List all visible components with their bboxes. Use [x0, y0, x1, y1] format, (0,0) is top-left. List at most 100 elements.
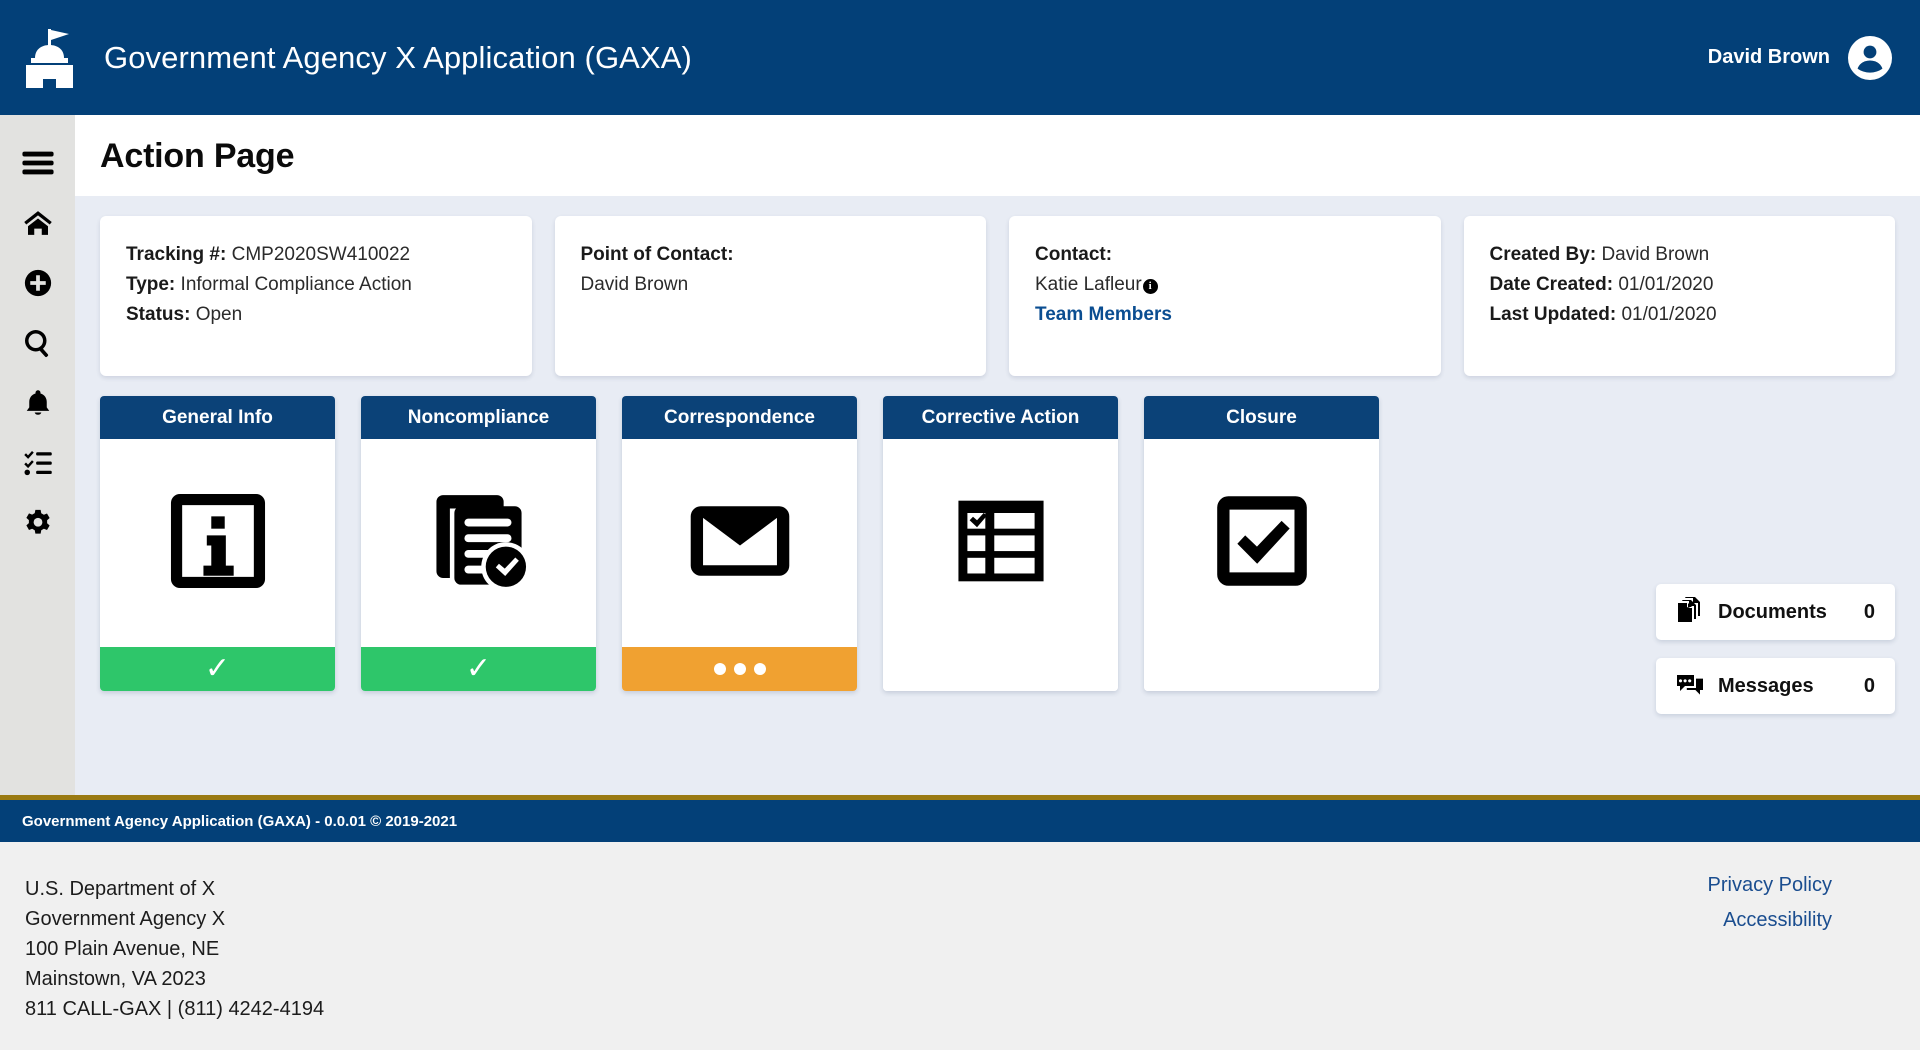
user-avatar-icon[interactable] — [1848, 35, 1892, 80]
process-card-closure[interactable]: Closure — [1144, 396, 1379, 691]
check-icon: ✓ — [204, 652, 231, 685]
date-created-value: 01/01/2020 — [1618, 274, 1714, 295]
point-of-contact-label: Point of Contact: — [580, 244, 734, 265]
capitol-building-icon — [22, 25, 90, 91]
process-card-correspondence[interactable]: Correspondence — [622, 396, 857, 691]
sidebar-item-settings[interactable] — [0, 495, 75, 555]
left-sidebar — [0, 115, 75, 795]
gear-icon — [23, 508, 53, 543]
user-menu[interactable]: David Brown — [1707, 35, 1920, 80]
page-title: Action Page — [100, 137, 295, 175]
privacy-policy-link[interactable]: Privacy Policy — [1708, 874, 1832, 897]
process-card-title: Corrective Action — [883, 396, 1118, 439]
point-of-contact-value: David Brown — [580, 274, 689, 295]
address-line: Mainstown, VA 2023 — [25, 968, 206, 990]
envelope-icon — [684, 485, 796, 602]
contact-value-row: Katie Lafleur i — [1035, 270, 1415, 300]
messages-widget[interactable]: Messages 0 — [1656, 658, 1895, 714]
side-widgets: Documents 0 Messages 0 — [1656, 584, 1895, 714]
site-footer: U.S. Department of X Government Agency X… — [0, 842, 1920, 1050]
created-by-row: Created By: David Brown — [1490, 240, 1870, 270]
footer-links: Privacy Policy Accessibility — [1708, 874, 1832, 1050]
status-row: Status: Open — [126, 300, 506, 330]
address-line: 811 CALL-GAX | (811) 4242-4194 — [25, 998, 325, 1020]
contact-value: Katie Lafleur — [1035, 274, 1142, 295]
check-icon: ✓ — [465, 652, 492, 685]
hamburger-menu-icon — [21, 146, 55, 185]
sidebar-item-notifications[interactable] — [0, 375, 75, 435]
app-title: Government Agency X Application (GAXA) — [104, 39, 692, 75]
summary-cards-row: Tracking #: CMP2020SW410022 Type: Inform… — [100, 216, 1895, 376]
date-created-label: Date Created: — [1489, 274, 1614, 295]
process-card-noncompliance[interactable]: Noncompliance ✓ — [361, 396, 596, 691]
process-card-general-info[interactable]: General Info ✓ — [100, 396, 335, 691]
documents-count: 0 — [1863, 600, 1875, 623]
checklist-icon — [23, 448, 53, 483]
main-content: Tracking #: CMP2020SW410022 Type: Inform… — [75, 196, 1920, 795]
process-card-body — [361, 439, 596, 647]
info-square-icon — [162, 485, 274, 602]
page-header-band: Action Page — [75, 117, 1920, 196]
in-progress-dots-icon — [713, 663, 766, 675]
process-card-status — [622, 647, 857, 691]
tracking-number-row: Tracking #: CMP2020SW410022 — [126, 240, 506, 270]
agency-address: U.S. Department of X Government Agency X… — [25, 874, 324, 1050]
contact-label: Contact: — [1035, 244, 1113, 265]
checkbox-checked-icon — [1206, 485, 1318, 602]
process-card-body — [883, 439, 1118, 647]
contact-label-row: Contact: — [1035, 240, 1415, 270]
tracking-number-label: Tracking #: — [126, 244, 227, 265]
process-card-title: Correspondence — [622, 396, 857, 439]
home-icon — [23, 208, 53, 243]
process-card-status — [883, 647, 1118, 691]
type-value: Informal Compliance Action — [180, 274, 412, 295]
process-cards-row: General Info ✓ Noncompliance ✓ Correspon… — [100, 396, 1895, 691]
documents-check-icon — [423, 485, 535, 602]
plus-circle-icon — [23, 268, 53, 303]
sidebar-item-home[interactable] — [0, 195, 75, 255]
process-card-title: Noncompliance — [361, 396, 596, 439]
chat-bubbles-icon — [1676, 670, 1704, 703]
process-card-title: Closure — [1144, 396, 1379, 439]
poc-label-row: Point of Contact: — [581, 240, 961, 270]
point-of-contact-card: Point of Contact: David Brown — [554, 216, 986, 376]
type-row: Type: Informal Compliance Action — [126, 270, 506, 300]
sidebar-item-menu[interactable] — [0, 135, 75, 195]
application-root: Government Agency X Application (GAXA) D… — [0, 0, 1920, 1050]
last-updated-value: 01/01/2020 — [1621, 304, 1717, 325]
search-icon — [23, 328, 53, 363]
documents-stack-icon — [1676, 596, 1704, 629]
type-label: Type: — [126, 274, 176, 295]
last-updated-label: Last Updated: — [1489, 304, 1617, 325]
process-card-body — [1144, 439, 1379, 647]
bell-icon — [23, 388, 53, 423]
created-by-value: David Brown — [1601, 244, 1710, 265]
contact-card: Contact: Katie Lafleur i Team Members — [1009, 216, 1441, 376]
process-card-status — [1144, 647, 1379, 691]
info-circle-icon[interactable]: i — [1142, 279, 1158, 294]
address-line: U.S. Department of X — [25, 878, 216, 900]
process-card-status: ✓ — [361, 647, 596, 691]
tracking-number-value: CMP2020SW410022 — [231, 244, 411, 265]
process-card-body — [100, 439, 335, 647]
process-card-title: General Info — [100, 396, 335, 439]
process-card-corrective-action[interactable]: Corrective Action — [883, 396, 1118, 691]
user-name: David Brown — [1707, 46, 1830, 68]
tracking-card: Tracking #: CMP2020SW410022 Type: Inform… — [100, 216, 532, 376]
version-text: Government Agency Application (GAXA) - 0… — [22, 812, 458, 830]
address-line: 100 Plain Avenue, NE — [25, 938, 220, 960]
poc-value-row: David Brown — [581, 270, 961, 300]
process-card-body — [622, 439, 857, 647]
created-by-label: Created By: — [1489, 244, 1597, 265]
date-created-row: Date Created: 01/01/2020 — [1490, 270, 1870, 300]
brand[interactable]: Government Agency X Application (GAXA) — [0, 25, 692, 91]
sidebar-item-create[interactable] — [0, 255, 75, 315]
team-members-link[interactable]: Team Members — [1035, 300, 1415, 330]
sidebar-item-tasks[interactable] — [0, 435, 75, 495]
documents-label: Documents — [1718, 600, 1827, 623]
messages-label: Messages — [1718, 674, 1814, 697]
process-card-status: ✓ — [100, 647, 335, 691]
documents-widget[interactable]: Documents 0 — [1656, 584, 1895, 640]
sidebar-item-search[interactable] — [0, 315, 75, 375]
accessibility-link[interactable]: Accessibility — [1723, 909, 1832, 932]
